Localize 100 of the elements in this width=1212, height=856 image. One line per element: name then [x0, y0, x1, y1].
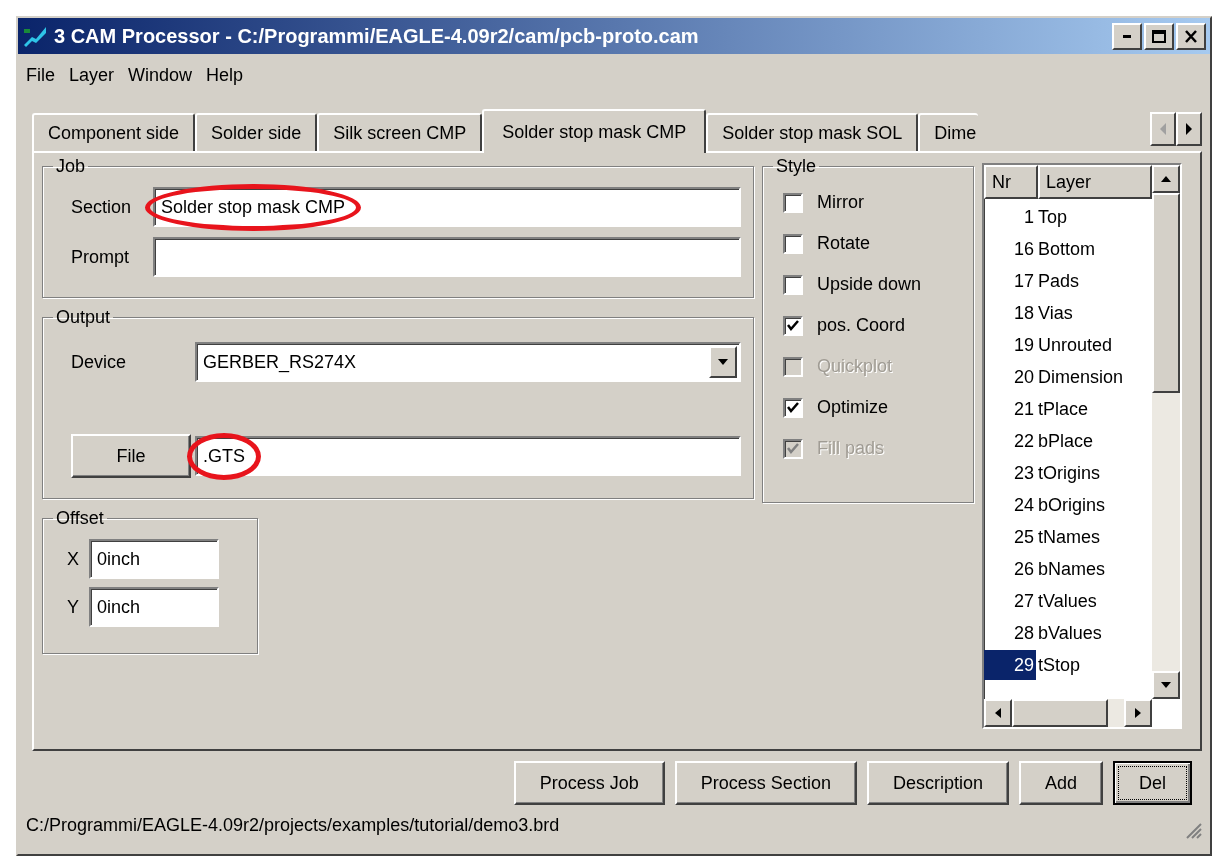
layer-name[interactable]: tStop: [1036, 651, 1081, 679]
layer-number[interactable]: 28: [984, 619, 1036, 647]
menu-item[interactable]: File: [26, 62, 55, 89]
close-icon: [1184, 29, 1198, 43]
device-dropdown[interactable]: GERBER_RS274X: [195, 342, 741, 382]
layer-name[interactable]: bOrigins: [1036, 491, 1106, 519]
tab[interactable]: Component side: [32, 113, 196, 151]
layer-number[interactable]: 22: [984, 427, 1036, 455]
action-button[interactable]: Description: [866, 761, 1009, 805]
up-arrow-icon: [1160, 175, 1172, 183]
layer-number[interactable]: 16: [984, 235, 1036, 263]
checkbox-label: Upside down: [817, 273, 922, 296]
layer-name[interactable]: Bottom: [1036, 235, 1096, 263]
tab[interactable]: Solder stop mask CMP: [482, 109, 707, 153]
layer-name[interactable]: bValues: [1036, 619, 1102, 647]
layer-name[interactable]: Dimension: [1036, 363, 1124, 391]
prompt-field[interactable]: [153, 237, 741, 277]
vertical-scrollbar[interactable]: [1152, 165, 1180, 699]
minimize-button[interactable]: [1112, 22, 1142, 50]
layer-name[interactable]: Top: [1036, 203, 1068, 231]
layer-number[interactable]: 18: [984, 299, 1036, 327]
checkbox[interactable]: [783, 233, 803, 254]
action-button[interactable]: Add: [1018, 761, 1103, 805]
menu-item[interactable]: Layer: [69, 62, 115, 89]
checkbox-label: Rotate: [817, 232, 871, 255]
field-label: Y: [67, 595, 80, 619]
scroll-left-button[interactable]: [984, 699, 1012, 727]
field-label: Prompt: [71, 245, 131, 269]
menu-item[interactable]: Help: [206, 62, 244, 89]
close-button[interactable]: [1176, 22, 1206, 50]
layer-number[interactable]: 1: [984, 203, 1036, 231]
layer-name[interactable]: tValues: [1036, 587, 1097, 615]
file-button[interactable]: File: [71, 434, 191, 478]
window-title: 3 CAM Processor - C:/Programmi/EAGLE-4.09r2/cam/pcb-proto.cam: [54, 24, 699, 49]
checkmark-icon: [787, 320, 799, 331]
scroll-thumb[interactable]: [1152, 193, 1180, 393]
app-icon: [22, 25, 48, 47]
checkbox[interactable]: [783, 274, 803, 295]
file-field[interactable]: .GTS: [195, 436, 741, 476]
layer-number[interactable]: 19: [984, 331, 1036, 359]
group-title: Output: [55, 308, 112, 326]
layer-name[interactable]: bNames: [1036, 555, 1106, 583]
scroll-thumb[interactable]: [1012, 699, 1108, 727]
checkbox-label: Mirror: [817, 191, 864, 214]
layer-number[interactable]: 23: [984, 459, 1036, 487]
scroll-right-button[interactable]: [1124, 699, 1152, 727]
tab[interactable]: Silk screen CMP: [317, 113, 483, 151]
left-arrow-icon: [994, 707, 1002, 719]
menu-item[interactable]: Window: [128, 62, 193, 89]
layer-name[interactable]: tOrigins: [1036, 459, 1100, 487]
scroll-right-button[interactable]: [1176, 112, 1202, 146]
layer-number[interactable]: 21: [984, 395, 1036, 423]
layer-name[interactable]: Pads: [1036, 267, 1080, 295]
tab[interactable]: Dime: [918, 113, 979, 151]
checkbox[interactable]: [783, 192, 803, 213]
group-title: Offset: [55, 509, 105, 527]
layer-name[interactable]: Vias: [1036, 299, 1073, 327]
checkmark-icon: [787, 443, 799, 454]
checkbox-label: pos. Coord: [817, 314, 906, 337]
layer-name[interactable]: tPlace: [1036, 395, 1089, 423]
scroll-left-button[interactable]: [1150, 112, 1176, 146]
scroll-down-button[interactable]: [1152, 671, 1180, 699]
right-arrow-icon: [1134, 707, 1142, 719]
action-button[interactable]: Del: [1113, 761, 1192, 805]
maximize-icon: [1152, 29, 1166, 43]
layer-number[interactable]: 29: [984, 650, 1036, 680]
checkbox[interactable]: [783, 397, 803, 418]
status-text: C:/Programmi/EAGLE-4.09r2/projects/examples/tutorial/demo3.brd: [26, 813, 560, 837]
layer-number[interactable]: 17: [984, 267, 1036, 295]
action-button[interactable]: Process Section: [674, 761, 857, 805]
field-label: X: [67, 547, 80, 571]
layer-name[interactable]: bPlace: [1036, 427, 1094, 455]
scroll-up-button[interactable]: [1152, 165, 1180, 193]
right-arrow-icon: [1185, 122, 1193, 136]
column-header[interactable]: Layer: [1038, 165, 1152, 199]
horizontal-scrollbar[interactable]: [984, 699, 1152, 727]
minimize-icon: [1123, 34, 1131, 38]
layer-name[interactable]: Unrouted: [1036, 331, 1113, 359]
left-arrow-icon: [1159, 122, 1167, 136]
layer-number[interactable]: 24: [984, 491, 1036, 519]
offset-field[interactable]: 0inch: [89, 539, 219, 579]
caret-icon: [717, 358, 729, 366]
section-field[interactable]: Solder stop mask CMP: [153, 187, 741, 227]
checkbox-label: Optimize: [817, 396, 888, 419]
layer-name[interactable]: tNames: [1036, 523, 1100, 551]
checkbox[interactable]: [783, 315, 803, 336]
down-arrow-icon: [1160, 681, 1172, 689]
group-title: Style: [775, 157, 818, 175]
layer-number[interactable]: 26: [984, 555, 1036, 583]
maximize-button[interactable]: [1144, 22, 1174, 50]
tab[interactable]: Solder stop mask SOL: [706, 113, 919, 151]
offset-field[interactable]: 0inch: [89, 587, 219, 627]
field-label: Device: [71, 350, 128, 374]
column-header[interactable]: Nr: [984, 165, 1038, 199]
tab[interactable]: Solder side: [195, 113, 318, 151]
action-button[interactable]: Process Job: [513, 761, 665, 805]
layer-number[interactable]: 27: [984, 587, 1036, 615]
layer-number[interactable]: 20: [984, 363, 1036, 391]
field-label: Section: [71, 195, 133, 219]
layer-number[interactable]: 25: [984, 523, 1036, 551]
